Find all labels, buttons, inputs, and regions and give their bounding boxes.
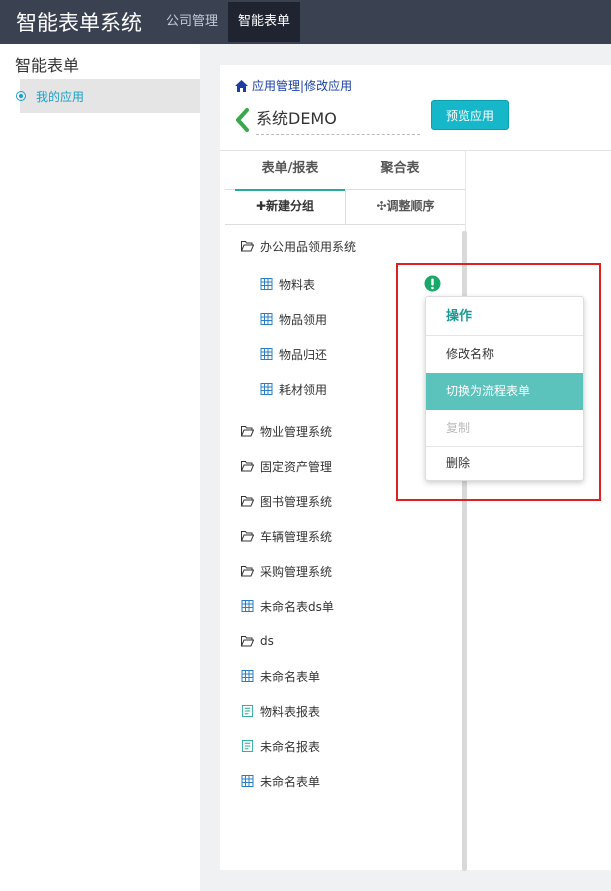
tree-item-label: 未命名表ds单 xyxy=(260,599,334,614)
nav-smart-form[interactable]: 智能表单 xyxy=(228,2,301,42)
table-grid-icon xyxy=(241,600,254,612)
folder-open-icon xyxy=(241,461,254,472)
table-grid-icon xyxy=(241,775,254,787)
tree-item-label: ds xyxy=(260,634,274,648)
report-icon xyxy=(241,705,254,717)
tree-item-label: 未命名报表 xyxy=(260,739,321,754)
nav-company-management[interactable]: 公司管理 xyxy=(156,2,228,42)
tree-form-materials[interactable]: 物料表 xyxy=(260,274,315,294)
breadcrumb-app-manage[interactable]: 应用管理 xyxy=(252,77,300,94)
sidebar-item-my-apps[interactable]: 我的应用 xyxy=(16,79,200,113)
tree-item-label: 物业管理系统 xyxy=(260,424,333,439)
breadcrumb: 应用管理 | 修改应用 xyxy=(235,77,352,94)
tree-item-label: 办公用品领用系统 xyxy=(260,239,357,254)
tree-form-item-collect[interactable]: 物品领用 xyxy=(260,309,327,329)
reorder-button[interactable]: ✣调整顺序 xyxy=(346,189,465,224)
app-title-row: 系统DEMO xyxy=(234,105,420,135)
panel-tabs: 表单/报表 聚合表 xyxy=(225,151,465,191)
chevron-left-icon[interactable] xyxy=(234,108,250,132)
tree-item-label: 未命名表单 xyxy=(260,774,321,789)
tree-form-item-return[interactable]: 物品归还 xyxy=(260,344,327,364)
tree-form-unnamed-1[interactable]: 未命名表单 xyxy=(241,666,320,686)
tree-folder-property[interactable]: 物业管理系统 xyxy=(241,421,332,441)
sidebar-title: 智能表单 xyxy=(15,56,80,75)
folder-open-icon xyxy=(241,531,254,542)
tree-item-label: 未命名表单 xyxy=(260,669,321,684)
tree-item-label: 采购管理系统 xyxy=(260,564,333,579)
folder-open-icon xyxy=(241,241,254,252)
radio-icon xyxy=(16,91,26,101)
app-brand-title: 智能表单系统 xyxy=(16,11,142,35)
context-menu: 操作 修改名称 切换为流程表单 复制 删除 xyxy=(425,296,584,481)
folder-open-icon xyxy=(241,566,254,577)
context-menu-header: 操作 xyxy=(446,309,473,324)
tree-item-label: 物料表 xyxy=(279,277,316,292)
sidebar-item-label: 我的应用 xyxy=(36,89,85,104)
tree-item-label: 耗材领用 xyxy=(279,382,328,397)
tree-item-label: 图书管理系统 xyxy=(260,494,333,509)
tree-item-label: 固定资产管理 xyxy=(260,459,333,474)
folder-open-icon xyxy=(241,426,254,437)
preview-app-button[interactable]: 预览应用 xyxy=(431,100,509,130)
folder-open-icon xyxy=(241,636,254,647)
home-icon xyxy=(235,79,248,92)
app-name-field[interactable]: 系统DEMO xyxy=(256,105,420,135)
folder-open-icon xyxy=(241,496,254,507)
tree-folder-vehicle[interactable]: 车辆管理系统 xyxy=(241,526,332,546)
tree-folder-office-supplies[interactable]: 办公用品领用系统 xyxy=(241,236,356,256)
tree-folder-fixed-assets[interactable]: 固定资产管理 xyxy=(241,456,332,476)
sidebar: 智能表单 我的应用 xyxy=(0,44,200,891)
panel-toolbar: ✚新建分组 ✣调整顺序 xyxy=(225,189,465,225)
tree-item-label: 物品归还 xyxy=(279,347,328,362)
breadcrumb-edit-app: 修改应用 xyxy=(304,79,353,93)
top-nav: 公司管理 智能表单 xyxy=(156,2,301,42)
table-grid-icon xyxy=(241,670,254,682)
top-navbar: 智能表单系统 公司管理 智能表单 xyxy=(0,0,611,44)
table-grid-icon xyxy=(260,278,273,290)
table-grid-icon xyxy=(260,383,273,395)
new-group-button[interactable]: ✚新建分组 xyxy=(225,189,345,224)
table-grid-icon xyxy=(260,348,273,360)
tree-item-label: 物料表报表 xyxy=(260,704,321,719)
tab-forms-reports[interactable]: 表单/报表 xyxy=(235,151,345,191)
tree-form-unnamed-2[interactable]: 未命名表单 xyxy=(241,771,320,791)
tree-folder-ds[interactable]: ds xyxy=(241,631,274,651)
tree-folder-procurement[interactable]: 采购管理系统 xyxy=(241,561,332,581)
menu-item-rename[interactable]: 修改名称 xyxy=(426,336,583,372)
tree-form-unnamed-ds[interactable]: 未命名表ds单 xyxy=(241,596,334,616)
tree-form-consumables[interactable]: 耗材领用 xyxy=(260,379,327,399)
menu-item-delete[interactable]: 删除 xyxy=(426,447,583,480)
tree-item-label: 物品领用 xyxy=(279,312,328,327)
tab-aggregate-table[interactable]: 聚合表 xyxy=(345,151,455,189)
menu-item-copy: 复制 xyxy=(446,421,471,435)
report-icon xyxy=(241,740,254,752)
tree-report-unnamed[interactable]: 未命名报表 xyxy=(241,736,320,756)
menu-item-switch-workflow[interactable]: 切换为流程表单 xyxy=(426,373,583,410)
tree-item-label: 车辆管理系统 xyxy=(260,529,333,544)
tree-report-materials[interactable]: 物料表报表 xyxy=(241,701,320,721)
tree-folder-library[interactable]: 图书管理系统 xyxy=(241,491,332,511)
table-grid-icon xyxy=(260,313,273,325)
